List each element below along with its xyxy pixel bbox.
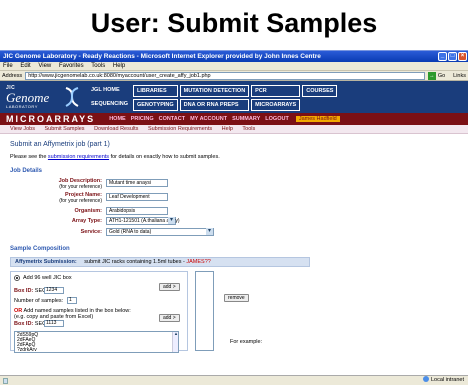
url-input[interactable]: http://www.jicgenomelab.co.uk:8080/myacc… [25, 71, 425, 80]
links-label[interactable]: Links [453, 71, 466, 81]
num-samples-input[interactable]: 1 [67, 297, 77, 304]
globe-icon [422, 376, 429, 382]
add-box-radio[interactable] [14, 275, 20, 281]
add-named-button[interactable]: add > [159, 314, 180, 322]
subnav-tools[interactable]: Tools [242, 126, 255, 132]
sample-name-line: ?zdrkArv [17, 347, 37, 353]
job-details-form: Job Description: (for your reference) Mu… [10, 178, 468, 240]
job-description-hint: (for your reference) [59, 184, 102, 190]
organism-input[interactable]: Arabidopsis [106, 207, 168, 215]
go-button[interactable]: Go [438, 71, 445, 81]
minimize-icon[interactable]: _ [438, 52, 447, 61]
section-title: MICROARRAYS [6, 114, 96, 124]
subnav-download-results[interactable]: Download Results [94, 126, 138, 132]
sample-entry-area: Add 96 well JIC box Box ID: SEQ 1234 Num… [10, 271, 420, 353]
box-id2-label: Box ID: [14, 321, 34, 327]
nav-my-account[interactable]: MY ACCOUNT [190, 116, 227, 122]
subnav-view-jobs[interactable]: View Jobs [10, 126, 35, 132]
intro-text: Please see the submission requirements f… [10, 154, 220, 160]
remove-button[interactable]: remove [224, 294, 249, 302]
menu-bar: File Edit View Favorites Tools Help [0, 62, 468, 71]
user-badge: James Hadfield [295, 116, 340, 122]
service-select[interactable]: Gold (RNA to data) [106, 228, 214, 236]
menu-tools[interactable]: Tools [91, 63, 105, 69]
submission-requirements-link[interactable]: submission requirements [48, 154, 109, 160]
add-box-label: Add 96 well JIC box [23, 275, 72, 281]
subnav-submission-requirements[interactable]: Submission Requirements [148, 126, 212, 132]
page-heading: Submit an Affymetrix job (part 1) [10, 141, 110, 148]
num-samples-label: Number of samples: [14, 298, 64, 304]
maximize-icon[interactable]: □ [448, 52, 457, 61]
service-label: Service: [80, 229, 102, 235]
subnav-submit-samples[interactable]: Submit Samples [45, 126, 85, 132]
job-details-title: Job Details [10, 168, 43, 174]
window-titlebar: JIC Genome Laboratory - Ready Reactions … [0, 51, 468, 62]
nav-mutation-detection[interactable]: MUTATION DETECTION [179, 85, 250, 97]
project-name-hint: (for your reference) [59, 198, 102, 204]
nav-logout[interactable]: LOGOUT [265, 116, 289, 122]
site-logo[interactable]: JIC Genome LABORATORY [6, 85, 66, 109]
selected-samples-listbox[interactable] [195, 271, 214, 351]
window-title: JIC Genome Laboratory - Ready Reactions … [3, 53, 321, 60]
sample-composition-title: Sample Composition [10, 246, 70, 252]
status-bar: Local intranet [0, 375, 468, 385]
subnav-help[interactable]: Help [222, 126, 233, 132]
organism-label: Organism: [74, 208, 102, 214]
for-example-text: For example: [230, 339, 263, 345]
menu-help[interactable]: Help [113, 63, 125, 69]
nav-sequencing[interactable]: SEQUENCING [88, 99, 131, 111]
affy-submission-text: submit JIC racks containing 1.5ml tubes … [84, 259, 187, 265]
nav-summary[interactable]: SUMMARY [232, 116, 260, 122]
security-zone: Local intranet [422, 376, 464, 385]
nav-pricing[interactable]: PRICING [131, 116, 154, 122]
nav-microarrays[interactable]: MICROARRAYS [251, 99, 301, 111]
nav-genotyping[interactable]: GENOTYPING [132, 99, 178, 111]
array-type-label: Array Type: [71, 218, 102, 224]
add-box-button[interactable]: add > [159, 283, 180, 291]
microarrays-bar: MICROARRAYS HOME PRICING CONTACT MY ACCO… [0, 113, 468, 125]
nav-libraries[interactable]: LIBRARIES [132, 85, 178, 97]
address-bar: Address http://www.jicgenomelab.co.uk:80… [0, 71, 468, 81]
menu-file[interactable]: File [3, 63, 13, 69]
project-name-input[interactable]: Leaf Development [106, 193, 168, 201]
box-id-label: Box ID: [14, 288, 34, 294]
affy-submission-warning: JAMES?? [186, 259, 211, 265]
slide-title: User: Submit Samples [90, 8, 378, 38]
address-label: Address [2, 72, 23, 79]
sub-nav: View Jobs Submit Samples Download Result… [0, 125, 468, 134]
nav-courses[interactable]: COURSES [302, 85, 338, 97]
job-description-input[interactable]: Mutant time anaysi [106, 179, 168, 187]
box-id2-input[interactable]: 1113 [44, 320, 64, 327]
sample-names-textarea[interactable]: 2dS59pQ 2dFAeQ 2dFApQ ?zdrkArv [14, 331, 179, 353]
nav-home[interactable]: HOME [109, 116, 126, 122]
go-arrow-icon[interactable]: → [427, 71, 436, 80]
box-id-row: Box ID: SEQ [14, 288, 46, 294]
nav-pcr[interactable]: PCR [251, 85, 301, 97]
array-type-select[interactable]: ATH1-121501 (A.thaliana array) [106, 217, 180, 225]
affymetrix-submission-bar: Affymetrix Submission: submit JIC racks … [10, 257, 310, 267]
dna-swirl-icon [65, 87, 79, 107]
menu-view[interactable]: View [38, 63, 51, 69]
box-id-input[interactable]: 1234 [44, 287, 64, 294]
site-nav: JGL HOME LIBRARIES MUTATION DETECTION PC… [88, 85, 338, 111]
affy-submission-label: Affymetrix Submission: [15, 259, 77, 265]
site-banner: JIC Genome LABORATORY JGL HOME LIBRARIES… [0, 81, 468, 113]
menu-favorites[interactable]: Favorites [59, 63, 84, 69]
nav-dna-rna-preps[interactable]: DNA OR RNA PREPS [179, 99, 250, 111]
textarea-scrollbar[interactable] [172, 332, 178, 352]
sample-entry-panel: Add 96 well JIC box Box ID: SEQ 1234 Num… [10, 271, 188, 353]
nav-contact[interactable]: CONTACT [159, 116, 185, 122]
browser-screenshot: JIC Genome Laboratory - Ready Reactions … [0, 50, 468, 385]
page-icon [3, 378, 8, 384]
close-icon[interactable]: × [458, 52, 467, 61]
nav-jgl-home[interactable]: JGL HOME [88, 85, 131, 97]
add-box-option[interactable]: Add 96 well JIC box [14, 275, 72, 281]
main-content: Submit an Affymetrix job (part 1) Please… [0, 134, 468, 353]
menu-edit[interactable]: Edit [20, 63, 30, 69]
box-id2-row: Box ID: SEQ [14, 321, 46, 327]
